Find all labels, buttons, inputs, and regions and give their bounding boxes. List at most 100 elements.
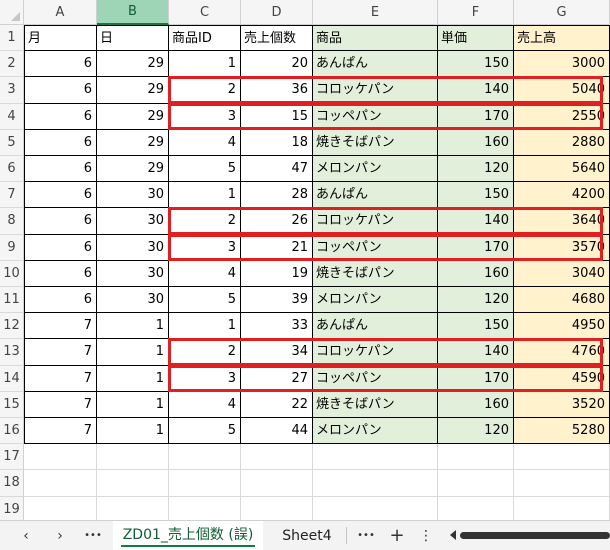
data-cell[interactable]: 22 (241, 391, 313, 418)
add-sheet-icon[interactable]: + (384, 521, 410, 550)
row-header-3[interactable]: 3 (0, 77, 24, 104)
data-cell[interactable]: 34 (241, 339, 313, 366)
data-cell[interactable]: 140 (438, 339, 514, 366)
row-header-8[interactable]: 8 (0, 208, 24, 235)
data-cell[interactable]: 7 (24, 339, 97, 366)
data-cell[interactable]: 5040 (514, 77, 610, 104)
data-cell[interactable]: 120 (438, 287, 514, 314)
header-cell[interactable]: 売上高 (514, 25, 610, 52)
tab-sheet4[interactable]: Sheet4 (272, 521, 342, 550)
data-cell[interactable]: 5 (169, 418, 241, 445)
data-cell[interactable]: 6 (24, 287, 97, 314)
empty-cell[interactable] (438, 444, 514, 471)
data-cell[interactable]: コッペパン (313, 103, 438, 130)
data-cell[interactable]: 29 (97, 156, 169, 183)
data-cell[interactable]: 5 (169, 287, 241, 314)
row-header-1[interactable]: 1 (0, 25, 24, 52)
row-header-10[interactable]: 10 (0, 260, 24, 287)
spreadsheet-grid[interactable]: ABCDEFG1234567891011121314151617181920月日… (0, 0, 610, 539)
data-cell[interactable]: 2 (169, 77, 241, 104)
data-cell[interactable]: 7 (24, 313, 97, 340)
data-cell[interactable]: 5640 (514, 156, 610, 183)
row-header-17[interactable]: 17 (0, 444, 24, 471)
column-header-f[interactable]: F (438, 0, 514, 25)
data-cell[interactable]: 160 (438, 260, 514, 287)
data-cell[interactable]: メロンパン (313, 287, 438, 314)
data-cell[interactable]: 3 (169, 103, 241, 130)
data-cell[interactable]: メロンパン (313, 156, 438, 183)
data-cell[interactable]: 3000 (514, 51, 610, 78)
scroll-left-icon[interactable] (450, 530, 456, 540)
header-cell[interactable]: 単価 (438, 25, 514, 52)
empty-cell[interactable] (313, 470, 438, 497)
data-cell[interactable]: 1 (97, 313, 169, 340)
data-cell[interactable]: 1 (169, 182, 241, 209)
data-cell[interactable]: 4 (169, 391, 241, 418)
empty-cell[interactable] (24, 470, 97, 497)
data-cell[interactable]: 36 (241, 77, 313, 104)
data-cell[interactable]: 4 (169, 129, 241, 156)
data-cell[interactable]: 20 (241, 51, 313, 78)
data-cell[interactable]: 7 (24, 365, 97, 392)
data-cell[interactable]: 120 (438, 418, 514, 445)
row-header-2[interactable]: 2 (0, 51, 24, 78)
data-cell[interactable]: 6 (24, 77, 97, 104)
header-cell[interactable]: 日 (97, 25, 169, 52)
data-cell[interactable]: 3520 (514, 391, 610, 418)
data-cell[interactable]: 3 (169, 234, 241, 261)
header-cell[interactable]: 月 (24, 25, 97, 52)
more-tabs-icon[interactable]: ••• (78, 521, 108, 550)
empty-cell[interactable] (241, 496, 313, 523)
options-icon[interactable]: ⋮ (414, 521, 438, 550)
data-cell[interactable]: 29 (97, 51, 169, 78)
data-cell[interactable]: コロッケパン (313, 339, 438, 366)
data-cell[interactable]: 4760 (514, 339, 610, 366)
data-cell[interactable]: 焼きそばパン (313, 391, 438, 418)
data-cell[interactable]: 4 (169, 260, 241, 287)
data-cell[interactable]: 150 (438, 51, 514, 78)
data-cell[interactable]: 120 (438, 156, 514, 183)
data-cell[interactable]: 18 (241, 129, 313, 156)
header-cell[interactable]: 商品 (313, 25, 438, 52)
empty-cell[interactable] (97, 444, 169, 471)
row-header-5[interactable]: 5 (0, 129, 24, 156)
data-cell[interactable]: 47 (241, 156, 313, 183)
data-cell[interactable]: 160 (438, 391, 514, 418)
data-cell[interactable]: 3 (169, 365, 241, 392)
row-header-18[interactable]: 18 (0, 470, 24, 497)
row-header-19[interactable]: 19 (0, 496, 24, 523)
data-cell[interactable]: あんぱん (313, 51, 438, 78)
column-header-b[interactable]: B (97, 0, 169, 25)
data-cell[interactable]: 5280 (514, 418, 610, 445)
data-cell[interactable]: 3640 (514, 208, 610, 235)
data-cell[interactable]: 4680 (514, 287, 610, 314)
data-cell[interactable]: あんぱん (313, 182, 438, 209)
empty-cell[interactable] (514, 496, 610, 523)
data-cell[interactable]: 6 (24, 234, 97, 261)
column-header-d[interactable]: D (241, 0, 313, 25)
data-cell[interactable]: 1 (97, 418, 169, 445)
empty-cell[interactable] (169, 470, 241, 497)
data-cell[interactable]: 30 (97, 182, 169, 209)
data-cell[interactable]: 30 (97, 260, 169, 287)
data-cell[interactable]: 33 (241, 313, 313, 340)
select-all-corner[interactable] (0, 0, 24, 25)
empty-cell[interactable] (241, 444, 313, 471)
row-header-4[interactable]: 4 (0, 103, 24, 130)
prev-sheet-icon[interactable]: ‹ (12, 521, 40, 550)
empty-cell[interactable] (514, 444, 610, 471)
column-header-c[interactable]: C (169, 0, 241, 25)
data-cell[interactable]: あんぱん (313, 313, 438, 340)
data-cell[interactable]: 焼きそばパン (313, 260, 438, 287)
empty-cell[interactable] (514, 470, 610, 497)
row-header-13[interactable]: 13 (0, 339, 24, 366)
column-header-a[interactable]: A (24, 0, 97, 25)
scrollbar-thumb[interactable] (460, 532, 610, 539)
data-cell[interactable]: 6 (24, 51, 97, 78)
data-cell[interactable]: 7 (24, 391, 97, 418)
data-cell[interactable]: 3570 (514, 234, 610, 261)
data-cell[interactable]: 3040 (514, 260, 610, 287)
row-header-14[interactable]: 14 (0, 365, 24, 392)
data-cell[interactable]: コロッケパン (313, 208, 438, 235)
data-cell[interactable]: 30 (97, 234, 169, 261)
